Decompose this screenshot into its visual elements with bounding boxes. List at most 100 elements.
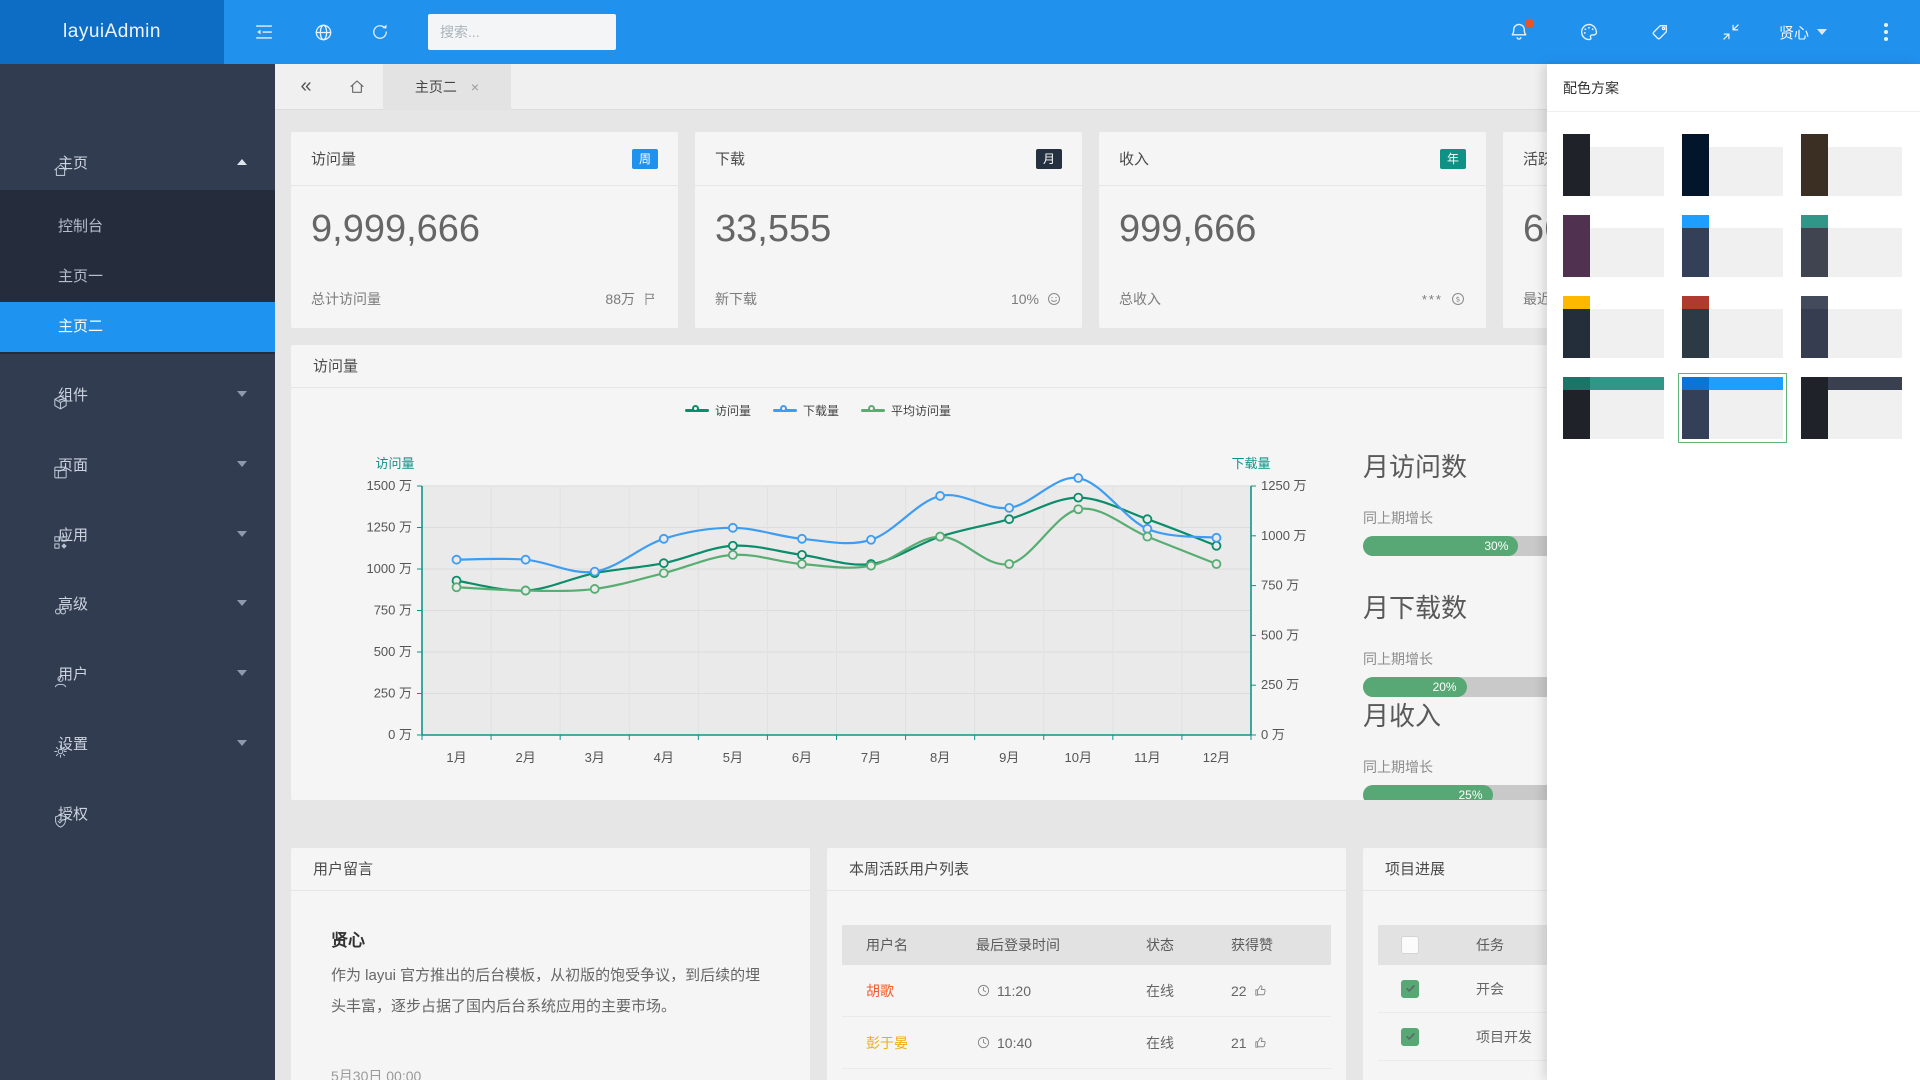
chevron-down-icon [237, 600, 247, 606]
language-button[interactable] [300, 0, 346, 64]
sidebar-subitem-主页二[interactable]: 主页二 [0, 302, 275, 352]
sidebar-item-3[interactable]: 应用 [0, 509, 275, 559]
chevron-down-icon [237, 391, 247, 397]
svg-text:1000 万: 1000 万 [1261, 528, 1307, 543]
theme-swatch-10[interactable] [1682, 377, 1783, 439]
svg-text:10月: 10月 [1065, 750, 1092, 765]
theme-swatch-3[interactable] [1563, 215, 1664, 277]
select-all-checkbox[interactable] [1401, 936, 1419, 954]
svg-text:1250 万: 1250 万 [366, 520, 412, 535]
task-label: 项目开发 [1442, 1027, 1532, 1047]
user-name[interactable]: 胡歌 [842, 981, 952, 1001]
swatch-logo [1801, 215, 1828, 228]
table-row[interactable]: 彭于晏 10:40 在线 21 [842, 1017, 1331, 1069]
chevron-down-icon [237, 531, 247, 537]
svg-text:5月: 5月 [723, 750, 743, 765]
sidebar-item-label: 应用 [58, 524, 88, 545]
svg-text:11月: 11月 [1134, 750, 1161, 765]
theme-swatch-2[interactable] [1801, 134, 1902, 196]
swatch-header [1590, 296, 1664, 309]
fullscreen-button[interactable] [1708, 0, 1754, 64]
swatch-logo [1682, 134, 1709, 147]
theme-swatch-1[interactable] [1682, 134, 1783, 196]
active-tab[interactable]: 主页二 × [383, 64, 511, 110]
sidebar-item-5[interactable]: 用户 [0, 648, 275, 698]
sidebar-item-1[interactable]: 组件 [0, 369, 275, 419]
svg-text:1月: 1月 [446, 750, 466, 765]
swatch-header [1590, 215, 1664, 228]
table-row[interactable]: 胡歌 11:20 在线 22 [842, 965, 1331, 1017]
globe-icon [313, 22, 334, 43]
svg-text:500 万: 500 万 [374, 644, 412, 659]
sidebar-item-label: 组件 [58, 384, 88, 405]
card-value: 999,666 [1119, 208, 1256, 251]
sidebar-item-0[interactable]: 主页 [0, 137, 275, 187]
theme-button[interactable] [1566, 0, 1612, 64]
app-logo[interactable]: layuiAdmin [0, 0, 224, 64]
col-header[interactable]: 用户名 [842, 935, 952, 955]
legend-marker [861, 409, 885, 412]
card-badge[interactable]: 周 [632, 149, 658, 169]
message-time: 5月30日 00:00 [331, 1066, 421, 1080]
svg-text:1500 万: 1500 万 [366, 478, 412, 493]
active-users-table: 用户名最后登录时间状态获得赞 胡歌 11:20 在线 22 彭于晏 10:40 … [842, 925, 1331, 1080]
theme-swatch-6[interactable] [1563, 296, 1664, 358]
svg-text:12月: 12月 [1203, 750, 1230, 765]
card-title: 访问量 [311, 148, 356, 169]
theme-swatch-8[interactable] [1801, 296, 1902, 358]
theme-swatch-7[interactable] [1682, 296, 1783, 358]
theme-swatch-4[interactable] [1682, 215, 1783, 277]
theme-swatch-5[interactable] [1801, 215, 1902, 277]
task-checkbox[interactable] [1401, 980, 1419, 998]
last-login: 11:20 [952, 983, 1122, 999]
swatch-header [1709, 134, 1783, 147]
legend-item-平均访问量[interactable]: 平均访问量 [861, 402, 951, 419]
card-desc: 新下载 [715, 289, 757, 309]
col-header[interactable]: 状态 [1122, 935, 1207, 955]
swatch-body [1590, 228, 1664, 277]
sidebar-item-label: 主页 [58, 152, 88, 173]
legend-item-下载量[interactable]: 下载量 [773, 402, 839, 419]
sidebar-subitem-主页一[interactable]: 主页一 [0, 252, 275, 302]
stat-card-2: 收入年 999,666 总收入***$ [1099, 132, 1486, 328]
home-tab[interactable] [337, 64, 377, 110]
col-header[interactable]: 最后登录时间 [952, 935, 1122, 955]
swatch-body [1828, 147, 1902, 196]
card-badge[interactable]: 月 [1036, 149, 1062, 169]
user-likes[interactable]: 21 [1207, 1035, 1331, 1051]
tabs-collapse-button[interactable]: « [288, 64, 324, 110]
sidebar-item-4[interactable]: 高级 [0, 578, 275, 628]
collapse-sidebar-button[interactable] [241, 0, 287, 64]
refresh-button[interactable] [357, 0, 403, 64]
swatch-header [1590, 134, 1664, 147]
stat-card-0: 访问量周 9,999,666 总计访问量88万 [291, 132, 678, 328]
card-badge[interactable]: 年 [1440, 149, 1466, 169]
legend-item-访问量[interactable]: 访问量 [685, 402, 751, 419]
sidebar-item-7[interactable]: 授权 [0, 788, 275, 838]
theme-swatch-9[interactable] [1563, 377, 1664, 439]
theme-swatch-11[interactable] [1801, 377, 1902, 439]
thumb-icon [1253, 1035, 1268, 1050]
close-tab-icon[interactable]: × [471, 79, 479, 95]
task-checkbox[interactable] [1401, 1028, 1419, 1046]
swatch-body [1828, 228, 1902, 277]
sidebar-item-2[interactable]: 页面 [0, 439, 275, 489]
search-input[interactable] [428, 24, 616, 40]
sidebar-subitem-控制台[interactable]: 控制台 [0, 202, 275, 252]
user-name[interactable]: 彭于晏 [842, 1033, 952, 1053]
svg-text:访问量: 访问量 [375, 456, 414, 471]
line-chart[interactable]: 0 万250 万500 万750 万1000 万1250 万1500 万0 万2… [291, 388, 1345, 800]
chevron-down-icon [237, 461, 247, 467]
notifications-button[interactable] [1496, 0, 1542, 64]
note-button[interactable] [1636, 0, 1682, 64]
table-header: 用户名最后登录时间状态获得赞 [842, 925, 1331, 965]
flag-icon [642, 291, 658, 307]
home-icon [348, 78, 366, 96]
more-menu-button[interactable] [1866, 0, 1906, 64]
sidebar-item-6[interactable]: 设置 [0, 718, 275, 768]
col-header[interactable]: 获得赞 [1207, 935, 1331, 955]
color-scheme-panel: 配色方案 [1547, 64, 1920, 1080]
user-menu[interactable]: 贤心 [1755, 0, 1851, 64]
theme-swatch-0[interactable] [1563, 134, 1664, 196]
user-likes[interactable]: 22 [1207, 983, 1331, 999]
